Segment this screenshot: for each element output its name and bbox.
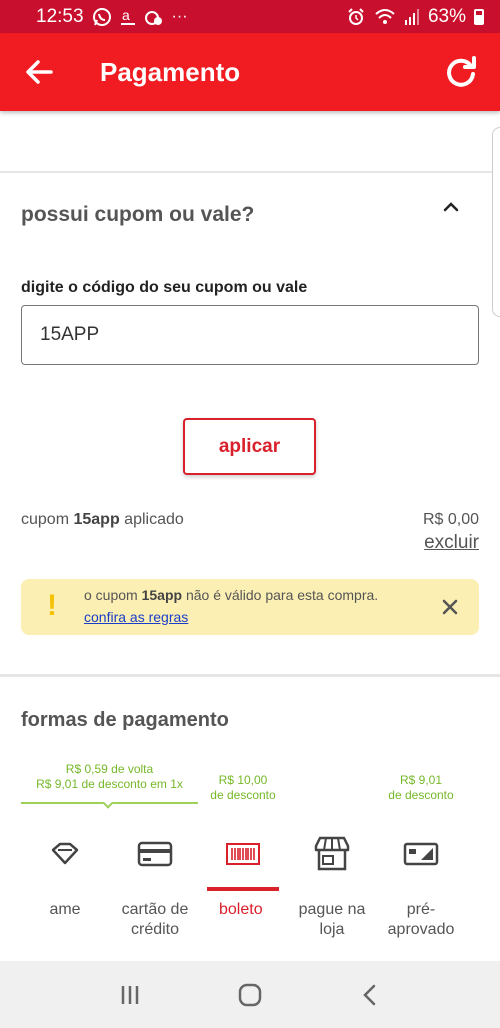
ame-icon <box>51 842 79 865</box>
payment-content[interactable]: possui cupom ou vale? digite o código do… <box>0 111 500 961</box>
chevron-up-icon[interactable] <box>440 196 462 218</box>
coupon-invalid-warning: ! o cupom 15app não é válido para esta c… <box>21 579 479 635</box>
warning-message: o cupom 15app não é válido para esta com… <box>84 587 378 603</box>
notification-icons: a ··· <box>92 7 188 27</box>
method-label: boleto <box>219 901 263 918</box>
app-notification-icon <box>144 10 162 25</box>
page-title: Pagamento <box>100 56 241 87</box>
amazon-icon: a <box>120 7 135 25</box>
alarm-icon <box>348 7 364 25</box>
promo-line: de desconto <box>388 788 454 802</box>
section-divider <box>0 171 500 173</box>
apply-coupon-button[interactable]: aplicar <box>183 418 316 475</box>
promo-line: R$ 10,00 <box>218 773 268 787</box>
method-credit-card[interactable]: cartão de crédito <box>110 823 200 940</box>
whatsapp-icon <box>92 7 111 26</box>
promo-line: R$ 0,59 de volta <box>65 762 154 776</box>
method-label: pré-aprovado <box>387 901 455 938</box>
payment-method-tabs: ame cartão de crédito boleto pague na lo… <box>0 823 500 961</box>
svg-text:a: a <box>122 7 130 23</box>
more-notifications-icon: ··· <box>171 7 188 25</box>
back-button[interactable] <box>0 33 78 111</box>
arrow-left-icon <box>26 60 53 84</box>
coupon-section-title[interactable]: possui cupom ou vale? <box>21 203 254 227</box>
status-time: 12:53 <box>36 5 84 27</box>
applied-code: 15app <box>73 511 120 528</box>
battery-percent: 63% <box>427 5 466 27</box>
method-ame[interactable]: ame <box>20 823 110 920</box>
system-status: 63% <box>346 6 484 28</box>
coupon-applied-text: cupom 15app aplicado <box>21 511 184 529</box>
warning-suffix: não é válido para esta compra. <box>182 587 379 603</box>
applied-prefix: cupom <box>21 511 74 528</box>
method-pay-in-store[interactable]: pague na loja <box>287 823 377 940</box>
pre-approved-card-icon <box>403 842 439 866</box>
battery-icon <box>474 8 484 25</box>
selected-tab-indicator <box>207 887 279 891</box>
remove-coupon-link[interactable]: excluir <box>424 532 479 554</box>
promo-line: R$ 9,01 <box>399 773 443 787</box>
refresh-button[interactable] <box>422 33 500 111</box>
warning-prefix: o cupom <box>84 587 142 603</box>
method-label: cartão de crédito <box>121 901 189 938</box>
method-label: ame <box>49 901 81 918</box>
warning-icon: ! <box>47 589 57 622</box>
home-icon[interactable] <box>237 982 263 1008</box>
coupon-rules-link[interactable]: confira as regras <box>84 609 188 625</box>
applied-suffix: aplicado <box>119 511 184 528</box>
credit-card-icon <box>137 841 173 867</box>
pre-approved-promo: R$ 9,01 de desconto <box>381 773 461 803</box>
store-icon <box>314 836 350 871</box>
payment-methods-title: formas de pagamento <box>21 709 229 731</box>
method-label: pague na loja <box>298 901 366 938</box>
back-nav-icon[interactable] <box>358 983 382 1007</box>
coupon-field-label: digite o código do seu cupom ou vale <box>21 279 308 296</box>
method-boleto[interactable]: boleto <box>205 823 295 920</box>
warning-code: 15app <box>141 587 183 603</box>
promo-line: R$ 9,01 de desconto em 1x <box>36 777 183 791</box>
barcode-icon <box>226 843 260 865</box>
section-divider <box>0 674 500 677</box>
promo-pointer <box>102 797 114 809</box>
coupon-code-input[interactable] <box>21 305 479 365</box>
refresh-icon <box>447 56 476 87</box>
side-scroll-tab[interactable] <box>492 127 500 317</box>
close-icon[interactable] <box>439 596 461 618</box>
recent-apps-icon[interactable] <box>118 983 142 1007</box>
signal-icon <box>404 8 419 25</box>
wifi-icon <box>375 8 395 24</box>
promo-line: de desconto <box>210 788 276 802</box>
status-bar: 12:53 a ··· 63% <box>0 0 500 33</box>
ame-promo: R$ 0,59 de volta R$ 9,01 de desconto em … <box>21 762 198 792</box>
coupon-discount-value: R$ 0,00 <box>422 511 479 528</box>
boleto-promo: R$ 10,00 de desconto <box>203 773 283 803</box>
system-nav-bar <box>0 961 500 1028</box>
app-bar: Pagamento <box>0 33 500 111</box>
method-pre-approved[interactable]: pré-aprovado <box>376 823 466 940</box>
